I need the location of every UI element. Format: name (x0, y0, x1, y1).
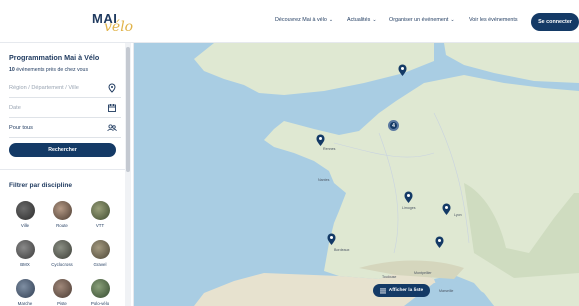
date-placeholder: Date (9, 105, 21, 111)
events-map[interactable]: 4 Rennes Nantes Limoges Lyon Bordeaux To… (134, 43, 579, 306)
city-label: Limoges (402, 206, 416, 210)
audience-select[interactable]: Pour tous (9, 120, 121, 138)
nav-news-label: Actualités (347, 17, 371, 23)
nav-discover-label: Découvrez Mai à vélo (275, 17, 327, 23)
sidebar-title: Programmation Mai à Vélo (9, 53, 100, 62)
location-placeholder: Région / Département / Ville (9, 85, 79, 91)
nav-discover[interactable]: Découvrez Mai à vélo ⌄ (275, 17, 333, 23)
site-header: MAI vélo Découvrez Mai à vélo ⌄ Actualité… (0, 0, 579, 43)
login-button[interactable]: Se connecter (531, 13, 579, 31)
city-label: Toulouse (382, 275, 397, 279)
event-cluster[interactable]: 4 (388, 120, 399, 131)
city-label: Marseille (439, 289, 454, 293)
discipline-marche[interactable]: Marche (12, 279, 38, 306)
discipline-label: Polo-vélo (90, 301, 110, 306)
users-icon (107, 124, 117, 132)
bmx-photo (15, 240, 35, 259)
piste-photo (52, 279, 72, 298)
event-count-text: 10 événements près de chez vous (9, 67, 88, 73)
discipline-label: Ville (20, 223, 30, 228)
gravel-photo (90, 240, 110, 259)
sidebar-scrollbar[interactable] (125, 43, 131, 306)
polo-velo-photo (90, 279, 110, 298)
discipline-cyclocross[interactable]: Cyclocross (49, 240, 75, 267)
city-label: Montpellier (414, 271, 432, 275)
event-marker[interactable] (327, 233, 336, 245)
discipline-label: Cyclocross (51, 262, 73, 267)
sidebar-divider (0, 169, 125, 170)
audience-value: Pour tous (9, 125, 33, 131)
event-count: 10 (9, 67, 15, 73)
search-button[interactable]: Rechercher (9, 143, 116, 157)
event-marker[interactable] (442, 203, 451, 215)
discipline-ville[interactable]: Ville (12, 201, 38, 228)
nav-news[interactable]: Actualités ⌄ (347, 17, 377, 23)
discipline-label: VTT (95, 223, 105, 228)
list-icon (379, 288, 386, 293)
event-marker[interactable] (398, 64, 407, 76)
event-marker[interactable] (316, 134, 325, 146)
discipline-label: Gravel (93, 262, 107, 267)
discipline-vtt[interactable]: VTT (87, 201, 113, 228)
show-list-label: Afficher la liste (388, 288, 424, 293)
discipline-label: Marche (17, 301, 33, 306)
vtt-photo (90, 201, 110, 220)
discipline-route[interactable]: Route (49, 201, 75, 228)
nav-events[interactable]: Voir les événements (469, 17, 518, 23)
search-sidebar: Programmation Mai à Vélo 10 événements p… (0, 43, 134, 306)
mai-a-velo-logo[interactable]: MAI vélo (92, 8, 136, 36)
route-photo (52, 201, 72, 220)
city-label: Nantes (318, 178, 330, 182)
cyclocross-photo (52, 240, 72, 259)
city-label: Bordeaux (334, 248, 350, 252)
discipline-label: Route (56, 223, 68, 228)
nav-organize-label: Organiser un événement (389, 17, 449, 23)
event-count-label: événements près de chez vous (16, 67, 89, 73)
chevron-down-icon: ⌄ (450, 17, 455, 23)
map-pin-icon (108, 83, 116, 93)
city-label: Lyon (454, 213, 462, 217)
sidebar-scroll-thumb[interactable] (126, 47, 130, 172)
chevron-down-icon: ⌄ (372, 17, 377, 23)
discipline-polo-velo[interactable]: Polo-vélo (87, 279, 113, 306)
date-input[interactable]: Date (9, 100, 121, 118)
filter-title: Filtrer par discipline (9, 182, 73, 189)
discipline-piste[interactable]: Piste (49, 279, 75, 306)
event-marker[interactable] (404, 191, 413, 203)
show-list-button[interactable]: Afficher la liste (373, 284, 430, 297)
location-input[interactable]: Région / Département / Ville (9, 80, 121, 98)
marche-photo (15, 279, 35, 298)
discipline-bmx[interactable]: BMX (12, 240, 38, 267)
nav-organize[interactable]: Organiser un événement ⌄ (389, 17, 455, 23)
city-label: Rennes (323, 147, 336, 151)
discipline-gravel[interactable]: Gravel (87, 240, 113, 267)
discipline-label: BMX (20, 262, 30, 267)
logo-velo-text: vélo (104, 19, 134, 35)
chevron-down-icon: ⌄ (328, 17, 334, 23)
calendar-icon (108, 104, 116, 112)
event-marker[interactable] (435, 236, 444, 248)
ville-photo (15, 201, 35, 220)
nav-events-label: Voir les événements (469, 17, 518, 23)
map-background (134, 43, 579, 306)
discipline-label: Piste (57, 301, 67, 306)
